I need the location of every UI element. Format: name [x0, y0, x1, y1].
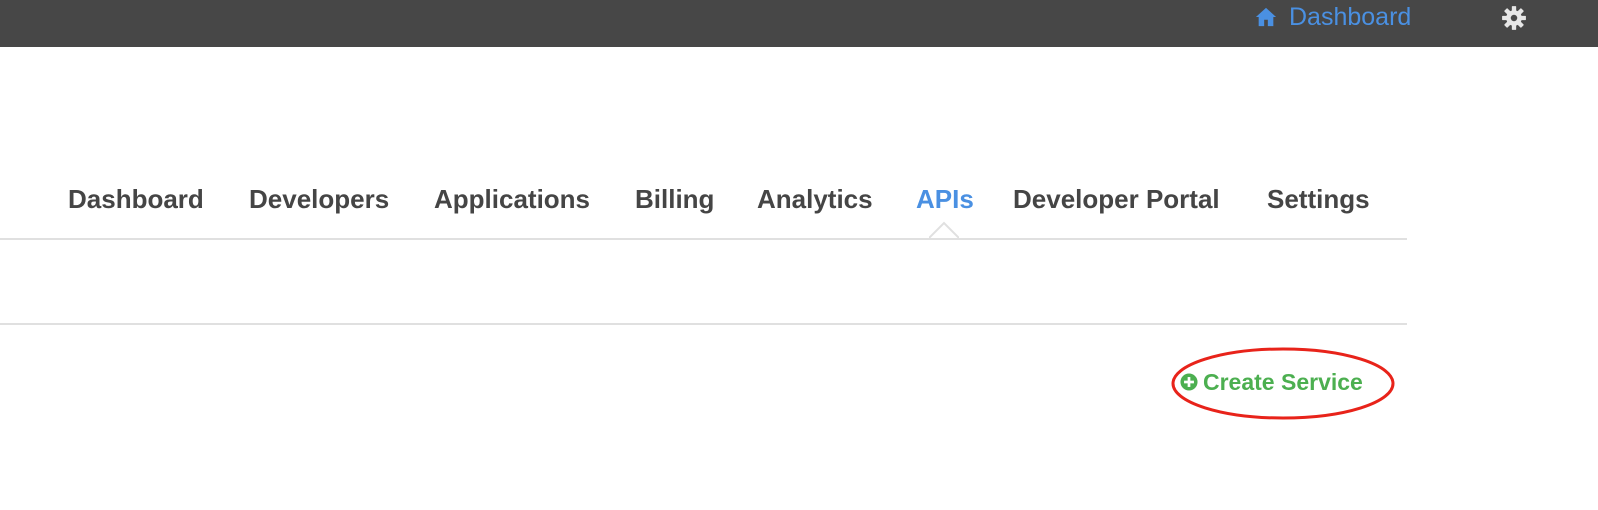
home-icon	[1255, 7, 1277, 27]
create-service-button[interactable]: Create Service	[1180, 366, 1363, 398]
nav-item-apis[interactable]: APIs	[916, 184, 974, 215]
nav-item-settings[interactable]: Settings	[1267, 184, 1370, 215]
nav-item-analytics[interactable]: Analytics	[757, 184, 873, 215]
main-nav: Dashboard Developers Applications Billin…	[0, 178, 1407, 240]
gear-icon[interactable]	[1501, 5, 1527, 31]
nav-item-developer-portal[interactable]: Developer Portal	[1013, 184, 1220, 215]
nav-item-applications[interactable]: Applications	[434, 184, 590, 215]
nav-item-developers[interactable]: Developers	[249, 184, 389, 215]
plus-circle-icon	[1180, 373, 1198, 391]
top-dashboard-label: Dashboard	[1289, 2, 1412, 31]
top-bar: Dashboard	[0, 0, 1598, 47]
section-divider	[0, 323, 1407, 325]
top-dashboard-link[interactable]: Dashboard	[1255, 2, 1411, 32]
nav-item-dashboard[interactable]: Dashboard	[68, 184, 204, 215]
nav-item-billing[interactable]: Billing	[635, 184, 714, 215]
create-service-label: Create Service	[1203, 368, 1363, 395]
active-tab-indicator	[929, 221, 959, 238]
